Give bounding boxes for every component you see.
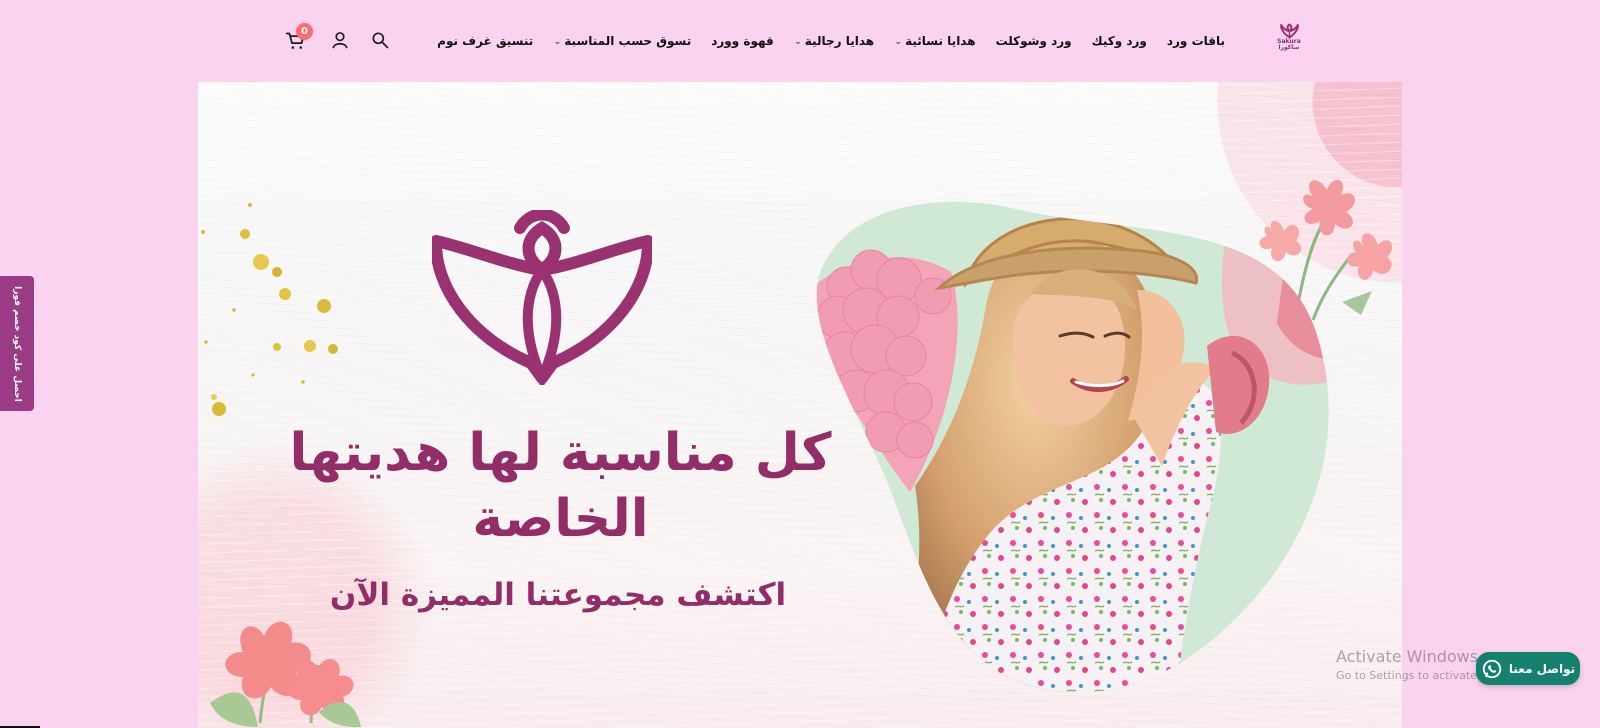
lotus-logo-icon — [1279, 23, 1299, 39]
site-header: Sakura ساكورا باقات ورد ورد وكيك ورد وشو… — [0, 0, 1600, 82]
nav-women-gifts[interactable]: هدايا نسائية ⌄ — [894, 31, 976, 51]
main-navigation: باقات ورد ورد وكيك ورد وشوكلت هدايا نسائ… — [437, 31, 1225, 51]
user-icon — [332, 32, 348, 49]
chevron-down-icon: ⌄ — [794, 37, 802, 47]
account-button[interactable] — [330, 30, 352, 52]
hero-banner[interactable]: كل مناسبة لها هديتها الخاصة اكتشف مجموعت… — [198, 82, 1402, 728]
nav-flowers-chocolate[interactable]: ورد وشوكلت — [996, 31, 1072, 51]
gold-splatter-decoration — [201, 203, 338, 416]
chevron-down-icon: ⌄ — [553, 37, 562, 47]
large-lotus-logo — [432, 210, 652, 385]
chevron-down-icon: ⌄ — [894, 37, 903, 47]
nav-bedroom-decoration[interactable]: تنسيق غرف نوم — [437, 31, 533, 51]
nav-shop-by-occasion[interactable]: تسوق حسب المناسبة ⌄ — [553, 31, 691, 51]
logo-arabic-text: ساكورا — [1278, 44, 1300, 51]
nav-men-gifts[interactable]: هدايا رجالية ⌄ — [794, 31, 874, 51]
search-icon — [372, 32, 389, 49]
sakura-homepage: Sakura ساكورا باقات ورد ورد وكيك ورد وشو… — [0, 0, 1600, 728]
hero-headline: كل مناسبة لها هديتها الخاصة — [289, 423, 832, 549]
site-logo[interactable]: Sakura ساكورا — [1277, 22, 1301, 58]
nav-coffee-flowers[interactable]: قهوة وورد — [711, 31, 774, 51]
discount-code-side-tab[interactable]: احصل على كود خصم فورا — [0, 276, 34, 411]
woman-with-flowers-image — [816, 201, 1329, 693]
whatsapp-label: تواصل معنا — [1508, 661, 1576, 676]
search-button[interactable] — [370, 30, 392, 52]
nav-bouquets[interactable]: باقات ورد — [1167, 31, 1225, 51]
pink-flower-decoration-bottom — [210, 621, 361, 728]
whatsapp-icon — [1482, 659, 1502, 678]
nav-flowers-cake[interactable]: ورد وكيك — [1092, 31, 1147, 51]
discount-code-label: احصل على كود خصم فورا — [12, 286, 22, 402]
whatsapp-contact-button[interactable]: تواصل معنا — [1476, 652, 1580, 685]
cart-count-badge: 0 — [296, 23, 313, 40]
